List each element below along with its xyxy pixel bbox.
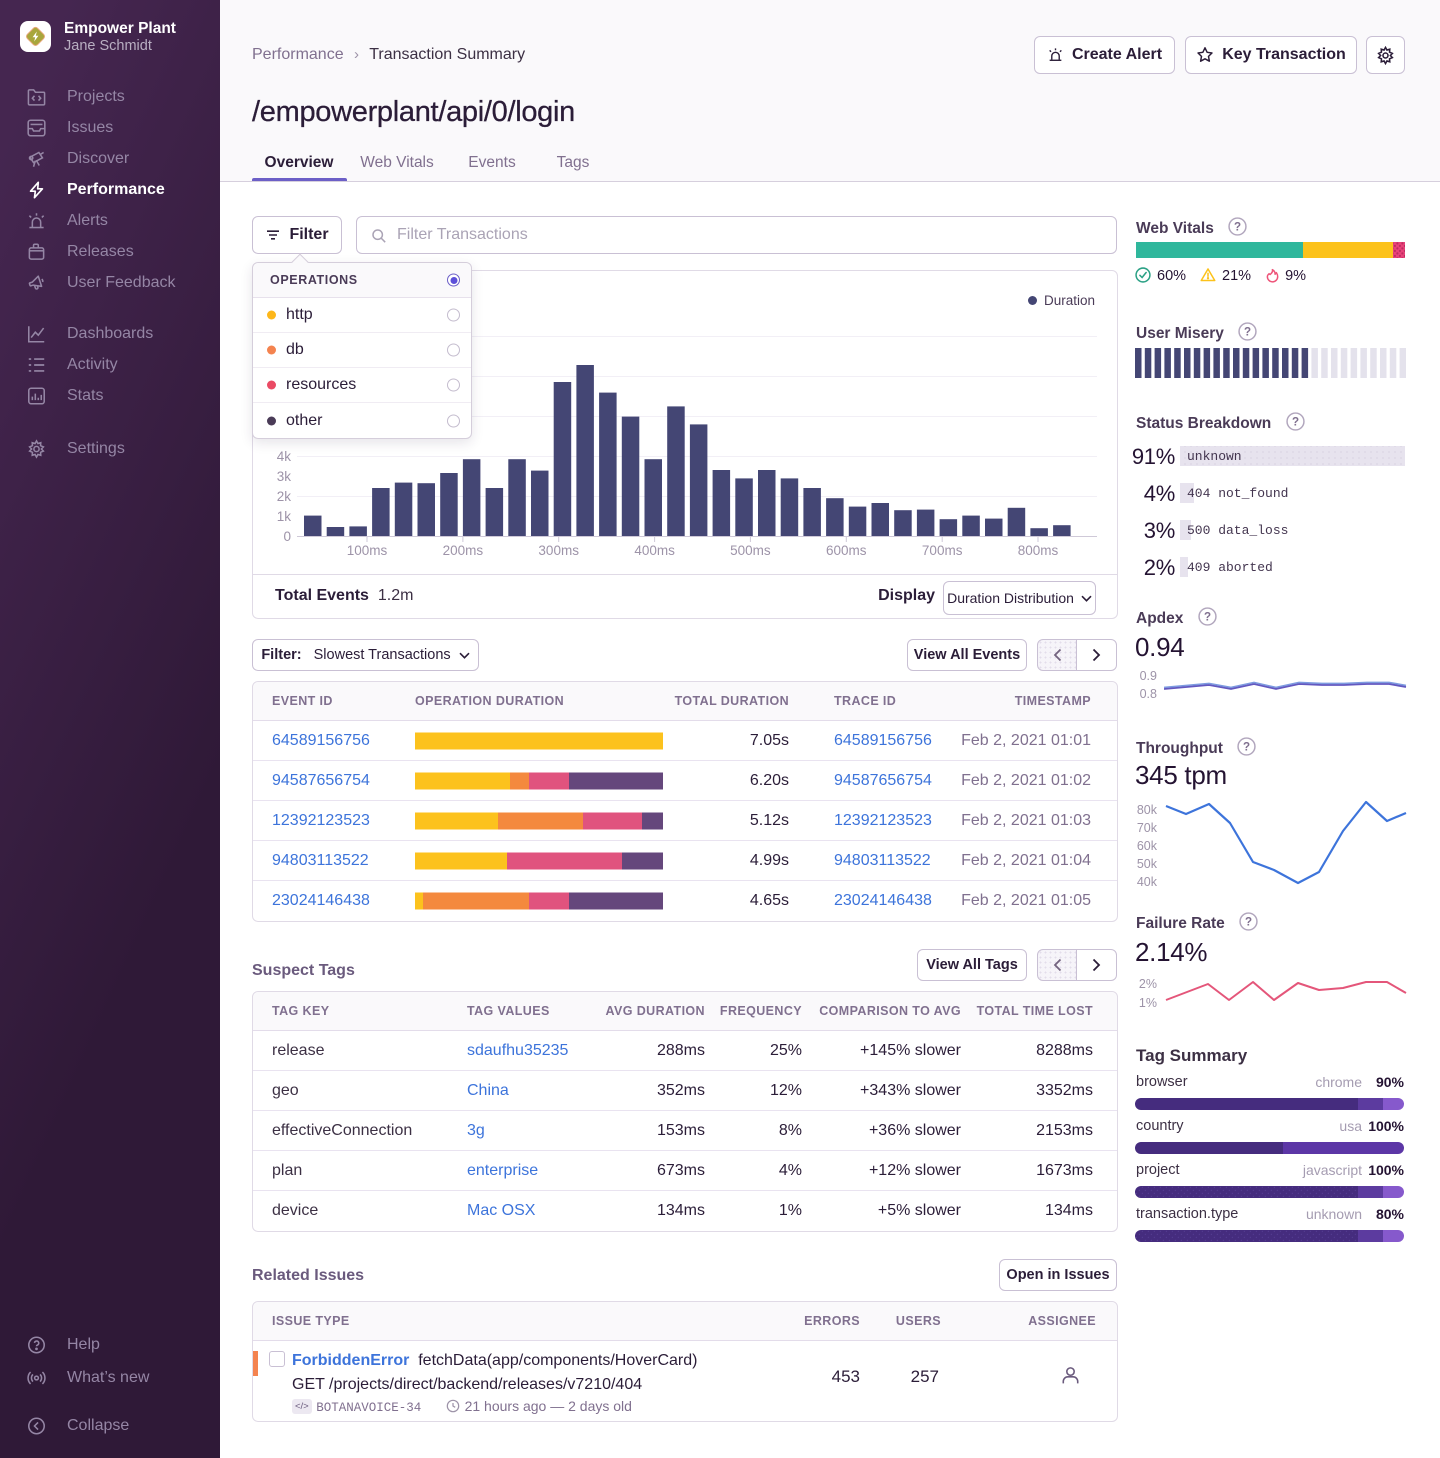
svg-text:2k: 2k [277,489,292,504]
svg-text:700ms: 700ms [922,543,963,558]
svg-text:800ms: 800ms [1018,543,1059,558]
svg-text:?: ? [1244,326,1251,339]
svg-text:400ms: 400ms [634,543,675,558]
svg-text:0: 0 [283,529,291,544]
svg-text:?: ? [1245,916,1252,929]
svg-text:?: ? [1243,741,1250,754]
svg-text:200ms: 200ms [443,543,484,558]
svg-text:?: ? [1234,221,1241,234]
svg-text:?: ? [1204,611,1211,624]
svg-text:3k: 3k [277,469,292,484]
svg-text:600ms: 600ms [826,543,867,558]
svg-text:100ms: 100ms [347,543,388,558]
svg-text:500ms: 500ms [730,543,771,558]
svg-text:300ms: 300ms [538,543,579,558]
svg-text:4k: 4k [277,449,292,464]
svg-text:1k: 1k [277,509,292,524]
svg-text:?: ? [1291,416,1298,429]
